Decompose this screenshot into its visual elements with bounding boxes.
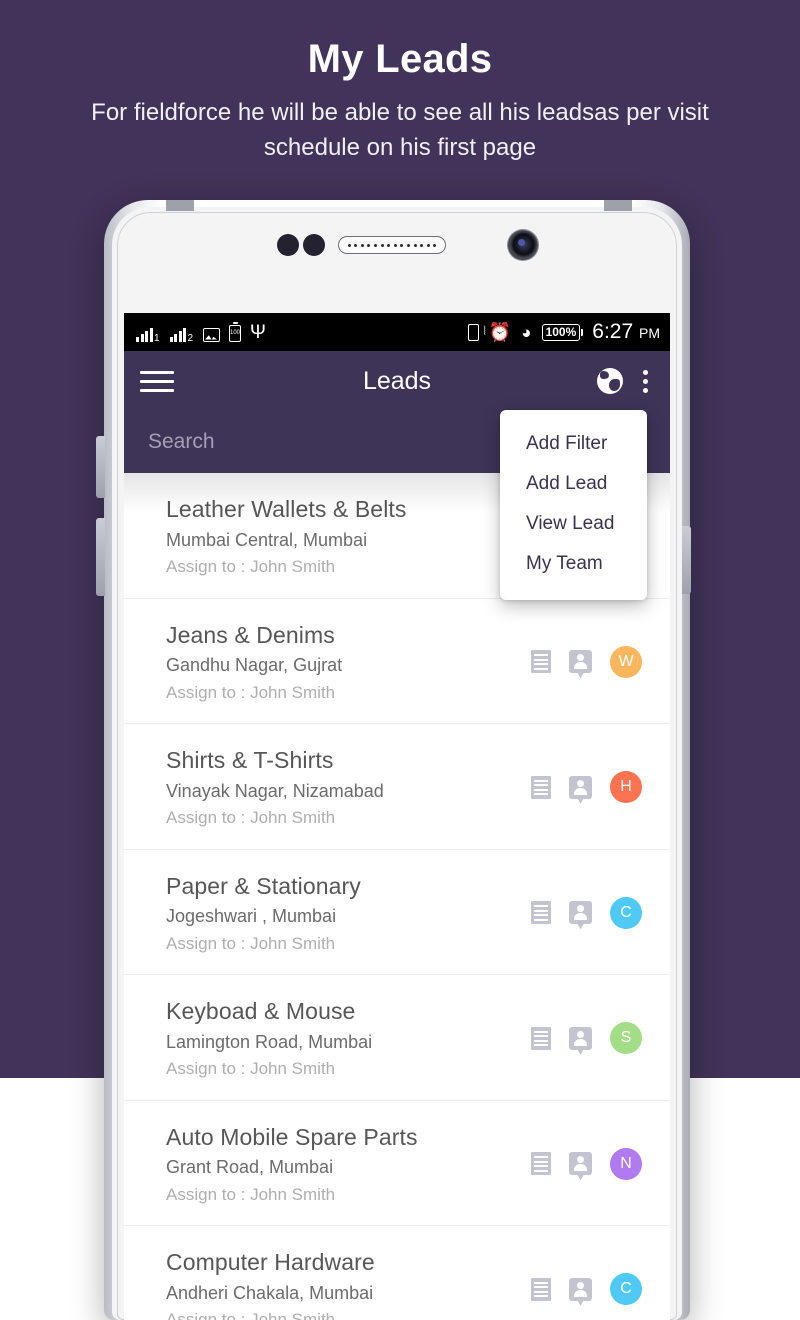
avatar[interactable]: C: [610, 1273, 642, 1306]
status-bar-clock: 6:27 PM: [592, 320, 660, 344]
earpiece-speaker-icon: [338, 236, 446, 254]
wifi-icon: ◕: [521, 322, 532, 342]
light-sensor-icon: [303, 234, 325, 256]
sim2-label: 2: [187, 332, 193, 344]
notes-icon[interactable]: [531, 1026, 551, 1050]
table-row[interactable]: Auto Mobile Spare Parts Grant Road, Mumb…: [124, 1100, 670, 1226]
alarm-icon: ⏰: [488, 322, 512, 342]
table-row[interactable]: Keyboad & Mouse Lamington Road, Mumbai A…: [124, 975, 670, 1101]
contact-icon[interactable]: [569, 901, 592, 930]
lead-assignee: Assign to : John Smith: [166, 1310, 336, 1320]
avatar[interactable]: S: [610, 1022, 642, 1055]
lead-assignee: Assign to : John Smith: [166, 933, 336, 953]
headline-block: My Leads For fieldforce he will be able …: [0, 36, 800, 166]
overflow-menu-icon[interactable]: [637, 368, 654, 395]
lead-actions: W: [531, 645, 648, 679]
app-bar-actions: [597, 368, 654, 395]
contact-icon[interactable]: [569, 1026, 592, 1055]
table-row[interactable]: Shirts & T-Shirts Vinayak Nagar, Nizamab…: [124, 724, 670, 850]
lead-title: Computer Hardware: [166, 1249, 375, 1275]
lead-title: Paper & Stationary: [166, 872, 361, 899]
lead-title: Shirts & T-Shirts: [166, 747, 334, 773]
avatar[interactable]: W: [610, 645, 642, 678]
menu-item-my-team[interactable]: My Team: [500, 544, 647, 584]
lead-location: Vinayak Nagar, Nizamabad: [166, 780, 384, 801]
contact-icon[interactable]: [569, 650, 592, 679]
table-row[interactable]: Computer Hardware Andheri Chakala, Mumba…: [124, 1226, 670, 1320]
page-subtitle: For fieldforce he will be able to see al…: [91, 99, 709, 161]
notes-icon[interactable]: [531, 1152, 551, 1176]
power-button[interactable]: [682, 526, 691, 594]
lead-actions: S: [531, 1022, 648, 1055]
battery-saver-icon: 100: [229, 321, 241, 342]
notes-icon[interactable]: [531, 650, 551, 674]
clock-meridiem: PM: [639, 325, 660, 341]
front-camera-icon: [508, 230, 538, 260]
menu-item-view-lead[interactable]: View Lead: [500, 504, 647, 544]
lead-title: Jeans & Denims: [166, 621, 335, 648]
contact-icon[interactable]: [569, 775, 592, 804]
lead-text-block: Shirts & T-Shirts Vinayak Nagar, Nizamab…: [166, 746, 531, 829]
globe-icon[interactable]: [597, 368, 623, 394]
screenshot-image-icon: [203, 327, 220, 342]
lead-assignee: Assign to : John Smith: [166, 1184, 336, 1204]
phone-screen: 1 2 100 Ψ ⏰ ◕ 100% 6:27 PM Leads: [124, 313, 670, 1320]
clock-time: 6:27: [592, 320, 634, 343]
vibrate-mode-icon: [467, 323, 486, 341]
lead-location: Jogeshwari , Mumbai: [166, 906, 337, 927]
table-row[interactable]: Jeans & Denims Gandhu Nagar, Gujrat Assi…: [124, 598, 670, 724]
lead-actions: C: [531, 896, 648, 930]
status-bar-right: ⏰ ◕ 100% 6:27 PM: [467, 320, 660, 344]
sim1-label: 1: [153, 332, 160, 344]
lead-text-block: Computer Hardware Andheri Chakala, Mumba…: [166, 1248, 531, 1320]
menu-item-add-filter[interactable]: Add Filter: [500, 424, 647, 464]
lead-location: Lamington Road, Mumbai: [166, 1031, 373, 1052]
lead-location: Andheri Chakala, Mumbai: [166, 1282, 374, 1303]
hamburger-menu-icon[interactable]: [140, 370, 174, 392]
lead-location: Grant Road, Mumbai: [166, 1157, 334, 1178]
lead-text-block: Paper & Stationary Jogeshwari , Mumbai A…: [166, 872, 531, 955]
menu-item-add-lead[interactable]: Add Lead: [500, 464, 647, 504]
phone-antenna-left: [166, 200, 194, 211]
lead-title: Keyboad & Mouse: [166, 998, 356, 1024]
lead-assignee: Assign to : John Smith: [166, 1059, 336, 1079]
lead-text-block: Auto Mobile Spare Parts Grant Road, Mumb…: [166, 1123, 531, 1206]
lead-actions: C: [531, 1273, 648, 1306]
battery-saver-label: 100: [230, 330, 241, 336]
contact-icon[interactable]: [569, 1152, 592, 1181]
notes-icon[interactable]: [531, 901, 551, 925]
overflow-dropdown-menu[interactable]: Add Filter Add Lead View Lead My Team: [500, 410, 647, 600]
table-row[interactable]: Paper & Stationary Jogeshwari , Mumbai A…: [124, 849, 670, 975]
battery-percent-badge: 100%: [541, 323, 583, 341]
notes-icon[interactable]: [531, 1277, 551, 1301]
proximity-sensor-icon: [277, 234, 299, 256]
lead-list: Leather Wallets & Belts Mumbai Central, …: [124, 473, 670, 1320]
avatar[interactable]: C: [610, 896, 642, 929]
contact-icon[interactable]: [569, 1277, 592, 1306]
page-title: My Leads: [307, 37, 493, 81]
avatar[interactable]: N: [610, 1147, 642, 1180]
usb-icon: Ψ: [250, 321, 266, 343]
status-bar-left: 1 2 100 Ψ: [136, 321, 266, 344]
app-bar-title: Leads: [362, 366, 432, 395]
status-bar: 1 2 100 Ψ ⏰ ◕ 100% 6:27 PM: [124, 313, 670, 351]
signal-strength-sim2-icon: 2: [169, 326, 195, 344]
lead-text-block: Jeans & Denims Gandhu Nagar, Gujrat Assi…: [166, 621, 531, 704]
phone-antenna-right: [604, 200, 632, 211]
lead-actions: N: [531, 1147, 648, 1181]
lead-actions: H: [531, 771, 648, 804]
lead-title: Auto Mobile Spare Parts: [166, 1123, 418, 1150]
lead-assignee: Assign to : John Smith: [166, 808, 336, 828]
lead-location: Gandhu Nagar, Gujrat: [166, 655, 343, 676]
avatar[interactable]: H: [610, 771, 642, 804]
app-bar: Leads: [124, 351, 670, 411]
volume-up-button[interactable]: [96, 436, 105, 498]
notes-icon[interactable]: [531, 775, 551, 799]
lead-assignee: Assign to : John Smith: [166, 682, 336, 702]
volume-down-button[interactable]: [96, 518, 105, 596]
lead-text-block: Keyboad & Mouse Lamington Road, Mumbai A…: [166, 997, 531, 1080]
signal-strength-sim1-icon: 1: [136, 326, 161, 344]
